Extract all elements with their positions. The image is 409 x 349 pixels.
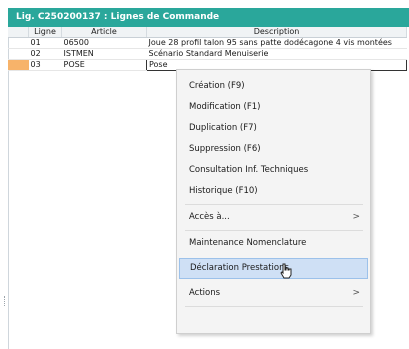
context-menu-lower [176, 69, 371, 334]
resize-grip[interactable] [4, 296, 7, 306]
cell-description[interactable]: Scénario Standard Menuiserie [146, 48, 407, 60]
cell-description[interactable]: Joue 28 profil talon 95 sans patte dodéc… [146, 37, 407, 49]
row-selector[interactable] [8, 37, 29, 49]
lines-grid: Ligne Article Description 01 06500 Joue … [8, 27, 407, 71]
cell-ligne[interactable]: 01 [28, 37, 62, 49]
cell-ligne[interactable]: 03 [28, 59, 62, 71]
column-header-description[interactable]: Description [146, 27, 407, 38]
column-header-ligne[interactable]: Ligne [28, 27, 62, 38]
column-header-article[interactable]: Article [61, 27, 147, 38]
window-title: Lig. C250200137 : Lignes de Commande [8, 8, 409, 27]
cell-article[interactable]: 06500 [61, 37, 147, 49]
grid-header-row: Ligne Article Description [8, 27, 407, 38]
cell-ligne[interactable]: 02 [28, 48, 62, 60]
row-selector-header[interactable] [8, 27, 29, 38]
table-row[interactable]: 01 06500 Joue 28 profil talon 95 sans pa… [8, 37, 407, 49]
row-selector[interactable] [8, 59, 29, 71]
row-selector[interactable] [8, 48, 29, 60]
table-row[interactable]: 02 ISTMEN Scénario Standard Menuiserie [8, 48, 407, 60]
cell-article[interactable]: ISTMEN [61, 48, 147, 60]
top-strip [0, 0, 409, 8]
cell-article[interactable]: POSE [61, 59, 147, 71]
